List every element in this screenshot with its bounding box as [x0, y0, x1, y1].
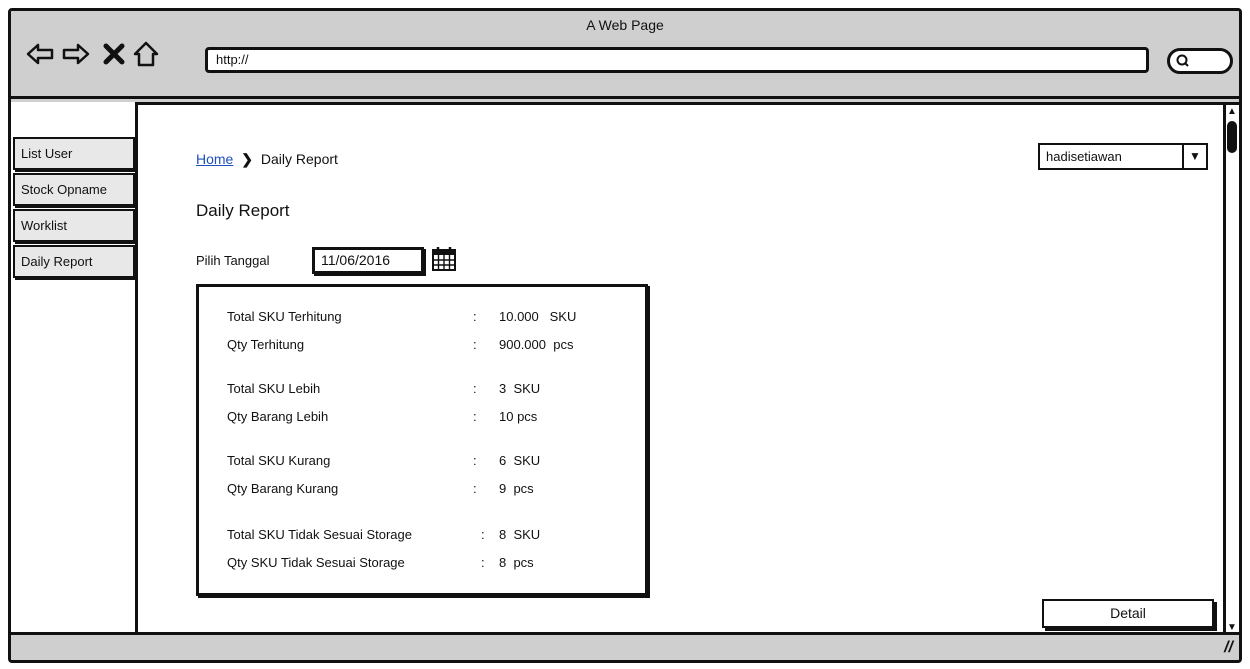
status-bar: // — [11, 632, 1239, 660]
report-row: Qty Barang Lebih:10 pcs — [227, 409, 538, 424]
page-title: Daily Report — [196, 201, 290, 220]
date-input[interactable]: 11/06/2016 — [312, 247, 424, 274]
forward-arrow-icon[interactable] — [61, 39, 91, 69]
sidebar-item-stock-opname[interactable]: Stock Opname — [13, 173, 135, 206]
close-icon[interactable] — [99, 39, 129, 69]
sidebar-item-daily-report[interactable]: Daily Report — [13, 245, 135, 278]
address-bar[interactable]: http:// — [205, 47, 1149, 73]
detail-button[interactable]: Detail — [1042, 599, 1214, 628]
back-arrow-icon[interactable] — [25, 39, 55, 69]
browser-toolbar: A Web Page http:// — [11, 11, 1239, 99]
sidebar: List User Stock Opname Worklist Daily Re… — [11, 102, 135, 635]
chevron-down-icon[interactable]: ▼ — [1182, 145, 1206, 168]
report-row: Total SKU Terhitung:10.000 SKU — [227, 309, 577, 324]
user-dropdown-value: hadisetiawan — [1046, 149, 1122, 164]
date-label: Pilih Tanggal — [196, 253, 270, 268]
chevron-right-icon: ❯ — [241, 151, 253, 167]
report-row: Total SKU Lebih:3 SKU — [227, 381, 541, 396]
vertical-scrollbar[interactable]: ▲ ▼ — [1223, 102, 1239, 635]
search-button[interactable] — [1167, 48, 1233, 74]
resize-grip-icon[interactable]: // — [1224, 639, 1233, 657]
report-row: Total SKU Kurang:6 SKU — [227, 453, 541, 468]
scroll-thumb[interactable] — [1227, 121, 1237, 153]
user-dropdown[interactable]: hadisetiawan ▼ — [1038, 143, 1208, 170]
sidebar-item-worklist[interactable]: Worklist — [13, 209, 135, 242]
window-title: A Web Page — [586, 17, 664, 33]
breadcrumb-home-link[interactable]: Home — [196, 151, 233, 167]
home-icon[interactable] — [131, 39, 161, 69]
report-row: Qty Terhitung:900.000 pcs — [227, 337, 574, 352]
report-row: Qty Barang Kurang:9 pcs — [227, 481, 534, 496]
search-icon — [1176, 54, 1189, 67]
scroll-up-icon[interactable]: ▲ — [1227, 107, 1237, 117]
breadcrumb: Home ❯ Daily Report — [196, 151, 338, 168]
report-row: Total SKU Tidak Sesuai Storage:8 SKU — [227, 527, 541, 542]
calendar-icon[interactable] — [430, 245, 458, 273]
report-summary-panel: Total SKU Terhitung:10.000 SKU Qty Terhi… — [196, 284, 648, 596]
sidebar-item-list-user[interactable]: List User — [13, 137, 135, 170]
main-content: Home ❯ Daily Report hadisetiawan ▼ Daily… — [135, 102, 1229, 635]
breadcrumb-current: Daily Report — [260, 151, 338, 167]
report-row: Qty SKU Tidak Sesuai Storage:8 pcs — [227, 555, 534, 570]
browser-window: A Web Page http:// List User Stock Opnam… — [8, 8, 1242, 663]
